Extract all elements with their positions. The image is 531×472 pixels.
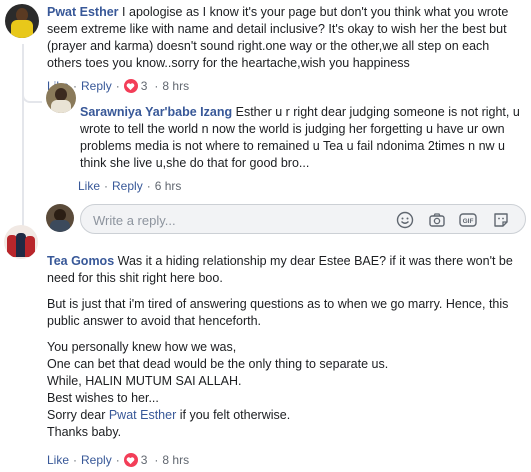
- comment-text-p1: Was it a hiding relationship my dear Est…: [47, 254, 513, 285]
- comment-actions: Like · Reply · 6 hrs: [78, 179, 182, 193]
- svg-text:GIF: GIF: [463, 218, 474, 225]
- comment-text-line: Sorry dear: [47, 408, 106, 422]
- reply-composer[interactable]: GIF: [80, 204, 526, 234]
- emoji-icon[interactable]: [395, 210, 415, 230]
- comment-pwat-esther: Pwat Esther I apologise as I know it's y…: [47, 4, 527, 72]
- current-user-avatar: [46, 204, 74, 232]
- comment-text-line: if you felt otherwise.: [179, 408, 291, 422]
- heart-reaction-icon: [123, 453, 138, 467]
- reaction-count: 3: [140, 79, 148, 93]
- comment-text-line: Best wishes to her...: [47, 391, 159, 405]
- comment-text-line: While, HALIN MUTUM SAI ALLAH.: [47, 374, 242, 388]
- heart-reaction-icon: [123, 79, 138, 93]
- like-link[interactable]: Like: [78, 179, 100, 193]
- thread-line: [22, 44, 24, 234]
- comment-text-closing: Thanks baby.: [47, 425, 122, 439]
- reply-input[interactable]: [93, 212, 383, 228]
- avatar-sarawniya[interactable]: [46, 83, 76, 113]
- reply-link[interactable]: Reply: [112, 179, 143, 193]
- thread-branch: [22, 89, 42, 103]
- comment-text-p2: But is just that i'm tired of answering …: [47, 297, 509, 328]
- reaction-summary[interactable]: 3: [123, 79, 148, 93]
- reply-sarawniya: Sarawniya Yar'babe Izang Esther u r righ…: [80, 104, 526, 172]
- mention-link[interactable]: Pwat Esther: [109, 408, 176, 422]
- reaction-count: 3: [140, 453, 148, 467]
- reaction-summary[interactable]: 3: [123, 453, 148, 467]
- reply-link[interactable]: Reply: [81, 453, 112, 467]
- camera-icon[interactable]: [427, 210, 447, 230]
- avatar-tea-gomos[interactable]: [4, 225, 38, 259]
- comment-tea-gomos: Tea Gomos Was it a hiding relationship m…: [47, 253, 527, 441]
- comment-author[interactable]: Tea Gomos: [47, 254, 114, 268]
- comment-author[interactable]: Sarawniya Yar'babe Izang: [80, 105, 232, 119]
- comment-text-line: One can bet that dead would be the only …: [47, 357, 389, 371]
- like-link[interactable]: Like: [47, 453, 69, 467]
- comment-time[interactable]: 8 hrs: [162, 79, 189, 93]
- reply-link[interactable]: Reply: [81, 79, 112, 93]
- comment-time[interactable]: 6 hrs: [155, 179, 182, 193]
- sticker-icon[interactable]: [491, 210, 511, 230]
- gif-icon[interactable]: GIF: [458, 210, 478, 230]
- avatar-pwat-esther[interactable]: [5, 4, 39, 38]
- comment-text-line: You personally knew how we was,: [47, 340, 237, 354]
- comment-time[interactable]: 8 hrs: [162, 453, 189, 467]
- comment-author[interactable]: Pwat Esther: [47, 5, 119, 19]
- comment-actions: Like · Reply · 3 · 8 hrs: [47, 453, 190, 467]
